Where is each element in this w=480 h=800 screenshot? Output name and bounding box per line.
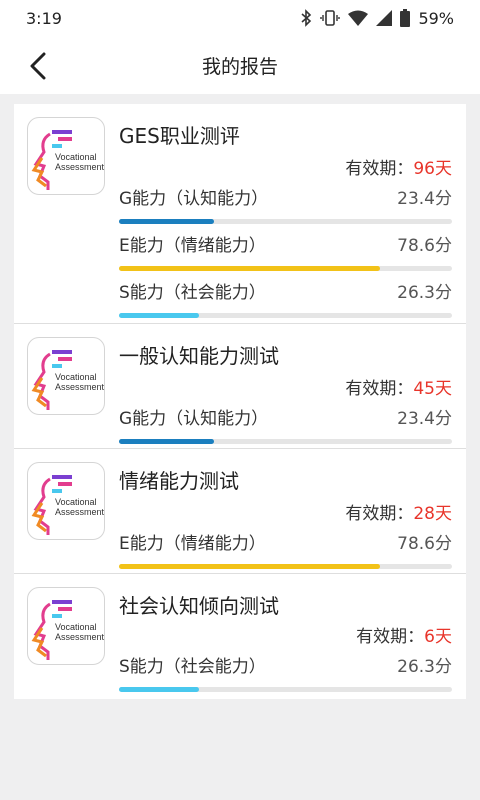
ability-bar-fill <box>119 219 214 224</box>
status-time: 3:19 <box>26 8 62 28</box>
validity-text: 有效期：6天 <box>356 627 452 647</box>
validity-days: 96天 <box>413 159 452 179</box>
logo-text: Vocational Assessment <box>55 622 105 642</box>
validity-days: 45天 <box>413 379 452 399</box>
ability-label: E能力（情绪能力） <box>119 534 266 554</box>
report-card-ges[interactable]: Vocational Assessment GES职业测评 有效期：96天 G能力… <box>14 104 466 324</box>
ability-label: S能力（社会能力） <box>119 657 266 677</box>
report-card-emotional[interactable]: Vocational Assessment 情绪能力测试 有效期：28天 E能力（… <box>14 449 466 574</box>
ability-bar-track <box>119 266 452 271</box>
ability-bar-fill <box>119 313 199 318</box>
screen: 3:19 59% 我的报告 Vocational Assessment GES职… <box>0 0 480 800</box>
ability-bar-fill <box>119 687 199 692</box>
cell-signal-icon <box>376 10 393 26</box>
ability-e: E能力（情绪能力） 78.6分 <box>119 529 452 569</box>
ability-label: G能力（认知能力） <box>119 409 269 429</box>
ability-bar-track <box>119 439 452 444</box>
report-title: GES职业测评 <box>119 124 240 148</box>
report-thumbnail: Vocational Assessment <box>27 587 105 665</box>
logo-text: Vocational Assessment <box>55 152 105 172</box>
report-thumbnail: Vocational Assessment <box>27 337 105 415</box>
report-list: Vocational Assessment GES职业测评 有效期：96天 G能力… <box>14 104 466 699</box>
report-title: 社会认知倾向测试 <box>119 594 279 618</box>
battery-icon <box>400 9 411 27</box>
ability-bar-track <box>119 687 452 692</box>
ability-score: 78.6分 <box>397 236 452 256</box>
validity-days: 6天 <box>424 627 452 647</box>
ability-bar-fill <box>119 564 381 569</box>
ability-bar-track <box>119 219 452 224</box>
report-title: 一般认知能力测试 <box>119 344 279 368</box>
page-title: 我的报告 <box>201 55 278 78</box>
nav-bar: 我的报告 <box>0 36 480 94</box>
logo-text: Vocational Assessment <box>55 372 105 392</box>
report-card-cognitive[interactable]: Vocational Assessment 一般认知能力测试 有效期：45天 G能… <box>14 324 466 449</box>
ability-label: G能力（认知能力） <box>119 189 269 209</box>
back-button[interactable] <box>18 46 58 86</box>
ability-bar-fill <box>119 266 381 271</box>
vibrate-icon <box>320 10 341 26</box>
validity-text: 有效期：28天 <box>345 504 452 524</box>
ability-score: 23.4分 <box>397 189 452 209</box>
ability-score: 26.3分 <box>397 657 452 677</box>
logo-text: Vocational Assessment <box>55 497 105 517</box>
ability-e: E能力（情绪能力） 78.6分 <box>119 231 452 271</box>
battery-percent: 59% <box>418 8 454 28</box>
report-title: 情绪能力测试 <box>119 469 239 493</box>
ability-g: G能力（认知能力） 23.4分 <box>119 404 452 444</box>
ability-score: 23.4分 <box>397 409 452 429</box>
wifi-icon <box>348 10 369 26</box>
report-card-social[interactable]: Vocational Assessment 社会认知倾向测试 有效期：6天 S能力… <box>14 574 466 699</box>
ability-score: 78.6分 <box>397 534 452 554</box>
chevron-left-icon <box>30 52 46 80</box>
status-icons: 59% <box>300 9 454 28</box>
status-bar: 3:19 59% <box>0 0 480 36</box>
ability-bar-track <box>119 564 452 569</box>
report-thumbnail: Vocational Assessment <box>27 462 105 540</box>
ability-s: S能力（社会能力） 26.3分 <box>119 278 452 318</box>
ability-label: S能力（社会能力） <box>119 283 266 303</box>
ability-bar-track <box>119 313 452 318</box>
validity-text: 有效期：45天 <box>345 379 452 399</box>
ability-g: G能力（认知能力） 23.4分 <box>119 184 452 224</box>
ability-s: S能力（社会能力） 26.3分 <box>119 652 452 692</box>
ability-score: 26.3分 <box>397 283 452 303</box>
report-thumbnail: Vocational Assessment <box>27 117 105 195</box>
ability-bar-fill <box>119 439 214 444</box>
validity-days: 28天 <box>413 504 452 524</box>
validity-text: 有效期：96天 <box>345 159 452 179</box>
bluetooth-icon <box>301 9 312 27</box>
ability-label: E能力（情绪能力） <box>119 236 266 256</box>
